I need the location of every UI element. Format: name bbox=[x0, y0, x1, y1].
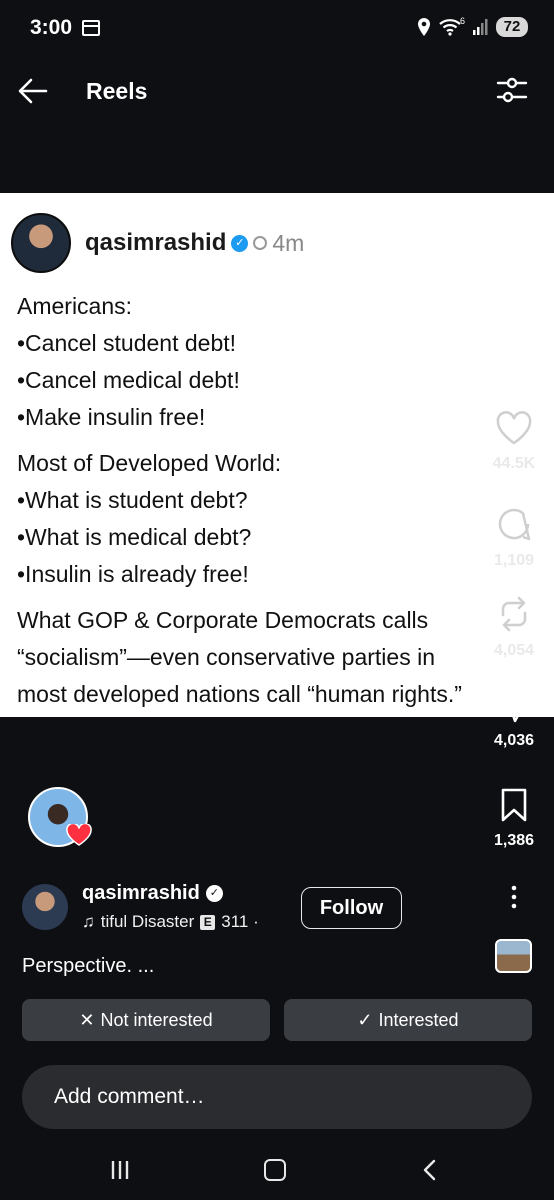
home-icon[interactable] bbox=[264, 1159, 286, 1181]
status-bar: 3:00 6 72 bbox=[0, 0, 554, 56]
comment-bar[interactable]: Add comment… bbox=[22, 1065, 532, 1129]
wifi-icon: 6 bbox=[439, 17, 465, 36]
post-paragraph: Most of Developed World: •What is studen… bbox=[17, 445, 494, 593]
more-options-icon[interactable] bbox=[506, 884, 522, 910]
verified-badge-icon: ✓ bbox=[205, 885, 223, 902]
comment-icon bbox=[498, 508, 531, 541]
author-avatar[interactable] bbox=[22, 884, 68, 930]
not-interested-label: Not interested bbox=[100, 1009, 213, 1030]
explicit-badge: E bbox=[200, 914, 216, 930]
share-count: 4,036 bbox=[493, 732, 535, 749]
clock-icon bbox=[253, 236, 268, 250]
like-count: 44.5K bbox=[492, 455, 536, 472]
post-paragraph: Americans: •Cancel student debt! •Cancel… bbox=[17, 288, 494, 436]
audio-info[interactable]: ♫ tiful Disaster E 311 · bbox=[82, 912, 259, 932]
post-line: •What is student debt? bbox=[17, 487, 248, 513]
bookmark-icon bbox=[501, 788, 527, 822]
comment-input[interactable]: Add comment… bbox=[54, 1085, 494, 1109]
back-arrow-icon[interactable] bbox=[16, 74, 50, 108]
share-button[interactable]: 4,036 bbox=[484, 693, 544, 750]
battery-indicator: 72 bbox=[496, 17, 528, 37]
post-text: Americans: •Cancel student debt! •Cancel… bbox=[17, 288, 494, 722]
system-nav-bar bbox=[0, 1140, 554, 1200]
status-icons: 6 72 bbox=[416, 17, 528, 37]
not-interested-button[interactable]: ✕ Not interested bbox=[22, 999, 270, 1041]
post-line: Most of Developed World: bbox=[17, 450, 282, 476]
page-title: Reels bbox=[86, 78, 148, 104]
post-line: •What is medical debt? bbox=[17, 524, 252, 550]
calendar-icon bbox=[82, 20, 100, 36]
repost-button[interactable]: 4,054 bbox=[484, 595, 544, 660]
location-icon bbox=[418, 18, 430, 36]
svg-text:6: 6 bbox=[460, 17, 465, 26]
author-name-row[interactable]: qasimrashid ✓ bbox=[82, 882, 223, 905]
close-icon: ✕ bbox=[79, 1009, 95, 1030]
post-line: most developed nations call “human right… bbox=[17, 681, 462, 707]
music-note-icon: ♫ bbox=[82, 912, 95, 931]
audio-thumbnail[interactable] bbox=[495, 939, 532, 973]
caption[interactable]: Perspective. ... bbox=[22, 955, 154, 978]
status-time: 3:00 bbox=[30, 16, 73, 39]
post-line: •Make insulin free! bbox=[17, 404, 206, 430]
reel-video[interactable]: qasimrashid ✓ 4m Americans: •Cancel stud… bbox=[0, 193, 554, 717]
top-app-bar: Reels bbox=[0, 56, 554, 128]
post-line: What GOP & Corporate Democrats calls bbox=[17, 607, 429, 633]
post-author-row: qasimrashid ✓ 4m bbox=[85, 229, 304, 257]
verified-badge-icon: ✓ bbox=[231, 234, 249, 252]
like-button[interactable]: 44.5K bbox=[484, 410, 544, 473]
save-button[interactable]: 1,386 bbox=[484, 787, 544, 850]
repost-icon bbox=[501, 596, 527, 632]
post-line: •Cancel medical debt! bbox=[17, 367, 240, 393]
back-icon[interactable] bbox=[422, 1159, 438, 1181]
share-icon bbox=[497, 693, 531, 723]
interested-label: Interested bbox=[378, 1009, 459, 1030]
save-count: 1,386 bbox=[493, 832, 535, 849]
post-line: •Cancel student debt! bbox=[17, 330, 237, 356]
post-line: Americans: bbox=[17, 293, 133, 319]
recent-apps-icon[interactable] bbox=[110, 1159, 130, 1181]
signal-icon bbox=[473, 19, 488, 35]
sliders-icon[interactable] bbox=[494, 72, 530, 108]
post-paragraph: What GOP & Corporate Democrats calls “so… bbox=[17, 602, 494, 713]
follow-button[interactable]: Follow bbox=[301, 887, 402, 929]
author-name: qasimrashid bbox=[82, 882, 200, 904]
audio-title: tiful Disaster bbox=[100, 912, 195, 931]
check-icon: ✓ bbox=[357, 1009, 373, 1030]
comment-count: 1,109 bbox=[493, 552, 535, 569]
heart-badge-icon bbox=[66, 824, 92, 846]
interested-button[interactable]: ✓ Interested bbox=[284, 999, 532, 1041]
post-author-avatar bbox=[11, 213, 71, 273]
post-time: 4m bbox=[272, 229, 305, 256]
audio-count: 311 · bbox=[221, 912, 259, 931]
post-line: •Insulin is already free! bbox=[17, 561, 249, 587]
comment-button[interactable]: 1,109 bbox=[484, 505, 544, 570]
heart-icon bbox=[496, 411, 532, 445]
post-line: “socialism”—even conservative parties in bbox=[17, 644, 435, 670]
post-username: qasimrashid bbox=[85, 229, 227, 256]
repost-count: 4,054 bbox=[493, 642, 535, 659]
